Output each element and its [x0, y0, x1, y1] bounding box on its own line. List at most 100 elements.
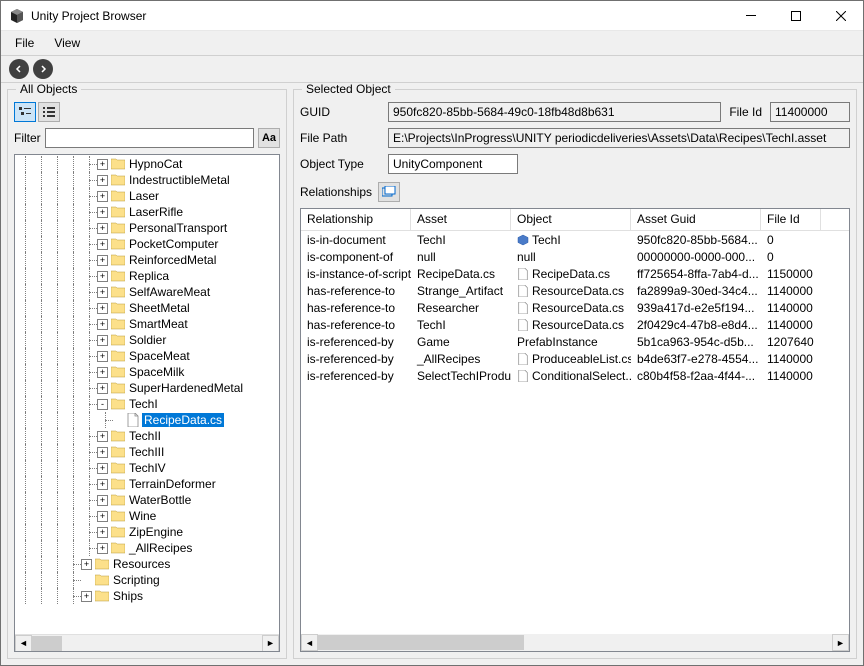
scroll-left-icon[interactable]: ◄ — [301, 634, 318, 651]
table-row[interactable]: is-instance-of-scriptRecipeData.csRecipe… — [301, 265, 849, 282]
expand-icon[interactable]: + — [97, 367, 108, 378]
tree-row[interactable]: +TerrainDeformer — [15, 476, 279, 492]
tree-row[interactable]: +SmartMeat — [15, 316, 279, 332]
col-relationship[interactable]: Relationship — [301, 209, 411, 230]
expand-icon[interactable]: + — [97, 495, 108, 506]
tree-row[interactable]: +Laser — [15, 188, 279, 204]
tree-view-button[interactable] — [14, 102, 36, 122]
col-object[interactable]: Object — [511, 209, 631, 230]
table-row[interactable]: is-referenced-by_AllRecipesProduceableLi… — [301, 350, 849, 367]
col-asset[interactable]: Asset — [411, 209, 511, 230]
tree-row[interactable]: -TechI — [15, 396, 279, 412]
tree-row[interactable]: +ZipEngine — [15, 524, 279, 540]
expand-icon[interactable]: + — [97, 543, 108, 554]
tree-label: TechIII — [127, 445, 166, 459]
app-window: Unity Project Browser File View All Obje… — [0, 0, 864, 666]
expand-icon[interactable]: + — [97, 191, 108, 202]
expand-icon[interactable]: + — [97, 303, 108, 314]
menu-file[interactable]: File — [5, 33, 44, 53]
expand-icon[interactable]: + — [97, 431, 108, 442]
nav-back-button[interactable] — [9, 59, 29, 79]
tree-row[interactable]: +IndestructibleMetal — [15, 172, 279, 188]
expand-icon[interactable]: + — [97, 383, 108, 394]
nav-forward-button[interactable] — [33, 59, 53, 79]
minimize-button[interactable] — [728, 1, 773, 30]
relationships-expand-button[interactable] — [378, 182, 400, 202]
col-asset-guid[interactable]: Asset Guid — [631, 209, 761, 230]
scroll-right-icon[interactable]: ► — [832, 634, 849, 651]
tree-row[interactable]: + SelfAwareMeat — [15, 284, 279, 300]
table-row[interactable]: has-reference-toResearcherResourceData.c… — [301, 299, 849, 316]
tree-row[interactable]: Scripting — [15, 572, 279, 588]
tree-hscrollbar[interactable]: ◄ ► — [15, 634, 279, 651]
expand-icon[interactable]: + — [97, 527, 108, 538]
table-body[interactable]: is-in-documentTechITechI950fc820-85bb-56… — [301, 231, 849, 634]
filter-input[interactable] — [45, 128, 254, 148]
table-row[interactable]: is-component-ofnullnull00000000-0000-000… — [301, 248, 849, 265]
collapse-icon[interactable]: - — [97, 399, 108, 410]
scroll-right-icon[interactable]: ► — [262, 635, 279, 652]
table-row[interactable]: is-in-documentTechITechI950fc820-85bb-56… — [301, 231, 849, 248]
tree-row[interactable]: +SheetMetal — [15, 300, 279, 316]
tree-label: SelfAwareMeat — [127, 285, 212, 299]
expand-icon[interactable]: + — [97, 447, 108, 458]
expand-icon[interactable]: + — [97, 463, 108, 474]
menu-view[interactable]: View — [44, 33, 90, 53]
filepath-field[interactable] — [388, 128, 850, 148]
table-row[interactable]: has-reference-toStrange_ArtifactResource… — [301, 282, 849, 299]
tree-row[interactable]: +ReinforcedMetal — [15, 252, 279, 268]
tree-label: Ships — [111, 589, 145, 603]
tree-row[interactable]: +Resources — [15, 556, 279, 572]
tree-row[interactable]: +TechII — [15, 428, 279, 444]
tree-row[interactable]: +PocketComputer — [15, 236, 279, 252]
case-sensitive-button[interactable]: Aa — [258, 128, 280, 148]
fileid-label: File Id — [729, 105, 762, 119]
expand-icon[interactable]: + — [97, 239, 108, 250]
scroll-left-icon[interactable]: ◄ — [15, 635, 32, 652]
tree-label: Scripting — [111, 573, 162, 587]
tree-row[interactable]: + Ships — [15, 588, 279, 604]
list-view-button[interactable] — [38, 102, 60, 122]
maximize-button[interactable] — [773, 1, 818, 30]
tree-row[interactable]: +LaserRifle — [15, 204, 279, 220]
tree-row[interactable]: RecipeData.cs — [15, 412, 279, 428]
expand-icon[interactable]: + — [97, 479, 108, 490]
table-hscrollbar[interactable]: ◄ ► — [301, 634, 849, 651]
titlebar: Unity Project Browser — [1, 1, 863, 31]
expand-icon[interactable]: + — [97, 319, 108, 330]
tree-row[interactable]: +Soldier — [15, 332, 279, 348]
objtype-field[interactable] — [388, 154, 518, 174]
guid-field[interactable] — [388, 102, 721, 122]
expand-icon[interactable]: + — [97, 335, 108, 346]
table-row[interactable]: is-referenced-bySelectTechIProducerCondi… — [301, 367, 849, 384]
expand-icon[interactable]: + — [97, 351, 108, 362]
tree-row[interactable]: +HypnoCat — [15, 156, 279, 172]
expand-icon[interactable]: + — [81, 591, 92, 602]
expand-icon[interactable]: + — [97, 255, 108, 266]
expand-icon[interactable]: + — [97, 271, 108, 282]
fileid-field[interactable] — [770, 102, 850, 122]
tree-row[interactable]: +_AllRecipes — [15, 540, 279, 556]
expand-icon[interactable]: + — [97, 207, 108, 218]
expand-icon[interactable]: + — [81, 559, 92, 570]
expand-icon[interactable]: + — [97, 159, 108, 170]
tree-row[interactable]: +Replica — [15, 268, 279, 284]
tree-row[interactable]: + TechIII — [15, 444, 279, 460]
expand-icon[interactable]: + — [97, 511, 108, 522]
close-button[interactable] — [818, 1, 863, 30]
tree-row[interactable]: +Wine — [15, 508, 279, 524]
expand-icon[interactable]: + — [97, 287, 108, 298]
tree-row[interactable]: +SpaceMeat — [15, 348, 279, 364]
tree-row[interactable]: +SpaceMilk — [15, 364, 279, 380]
table-row[interactable]: has-reference-toTechIResourceData.cs2f04… — [301, 316, 849, 333]
tree-row[interactable]: +PersonalTransport — [15, 220, 279, 236]
tree-row[interactable]: +TechIV — [15, 460, 279, 476]
object-tree[interactable]: +HypnoCat+IndestructibleMetal+Laser+Lase… — [15, 155, 279, 634]
expand-icon[interactable]: + — [97, 223, 108, 234]
cell-fileid: 1140000 — [761, 301, 821, 315]
tree-row[interactable]: +WaterBottle — [15, 492, 279, 508]
expand-icon[interactable]: + — [97, 175, 108, 186]
col-file-id[interactable]: File Id — [761, 209, 821, 230]
table-row[interactable]: is-referenced-byGamePrefabInstance5b1ca9… — [301, 333, 849, 350]
tree-row[interactable]: +SuperHardenedMetal — [15, 380, 279, 396]
